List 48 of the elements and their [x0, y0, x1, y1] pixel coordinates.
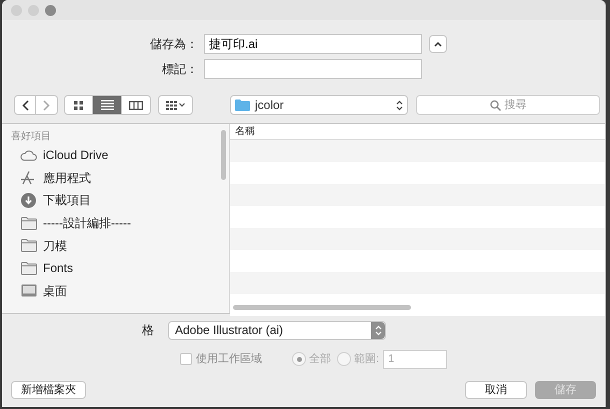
column-header[interactable]: 名稱	[235, 124, 255, 139]
grid-icon	[166, 100, 177, 110]
checkbox-label: 使用工作區域	[196, 352, 262, 367]
cancel-button[interactable]: 取消	[465, 381, 527, 399]
sidebar-item[interactable]: -----設計編排-----	[2, 212, 229, 234]
format-label: 格	[141, 322, 155, 339]
search-icon	[490, 100, 500, 110]
chevron-down-icon	[179, 103, 185, 107]
updown-icon	[396, 100, 403, 110]
updown-icon	[374, 324, 382, 336]
new-folder-button[interactable]: 新增檔案夾	[11, 381, 86, 399]
radio-label: 範圍:	[354, 352, 380, 367]
download-icon	[21, 192, 36, 208]
collapse-button[interactable]	[429, 35, 447, 53]
sidebar-item[interactable]: 桌面	[2, 280, 229, 302]
sidebar-heading: 喜好項目	[10, 130, 52, 144]
radio-label: 全部	[309, 352, 331, 367]
sidebar-item[interactable]: 下載項目	[2, 189, 229, 212]
save-as-label: 儲存為：	[149, 36, 199, 53]
sidebar-item[interactable]: Fonts	[2, 256, 229, 280]
format-popup[interactable]: Adobe Illustrator (ai)	[168, 320, 386, 340]
folder-icon	[20, 216, 36, 230]
sidebar-item[interactable]: iCloud Drive	[2, 144, 229, 167]
cloud-icon	[20, 150, 37, 161]
icon-view-icon	[74, 100, 83, 110]
location-popup[interactable]: jcolor	[230, 95, 408, 115]
sidebar-item[interactable]: 應用程式	[2, 166, 229, 190]
arrange-button[interactable]	[158, 95, 193, 115]
folder-icon	[20, 262, 36, 275]
folder-icon	[20, 239, 36, 252]
scrollbar-thumb	[221, 130, 226, 180]
zoom-button[interactable]	[45, 4, 56, 16]
chevron-right-icon	[43, 100, 50, 110]
chevron-left-icon	[22, 100, 28, 110]
list-view-icon	[100, 100, 114, 110]
chevron-up-icon	[434, 41, 442, 47]
column-view-icon	[129, 100, 143, 110]
view-button[interactable]	[64, 95, 93, 115]
tags-label: 標記：	[161, 61, 199, 78]
filename-field[interactable]: 捷可印.ai	[204, 34, 422, 54]
sidebar-item[interactable]: 刀模	[2, 234, 229, 257]
view-button[interactable]	[122, 95, 151, 115]
desktop-icon	[20, 284, 36, 298]
folder-icon	[235, 99, 250, 111]
tags-field[interactable]	[204, 59, 422, 79]
app-store-icon	[20, 170, 37, 186]
view-button[interactable]	[93, 95, 122, 115]
back-button[interactable]	[14, 95, 36, 115]
